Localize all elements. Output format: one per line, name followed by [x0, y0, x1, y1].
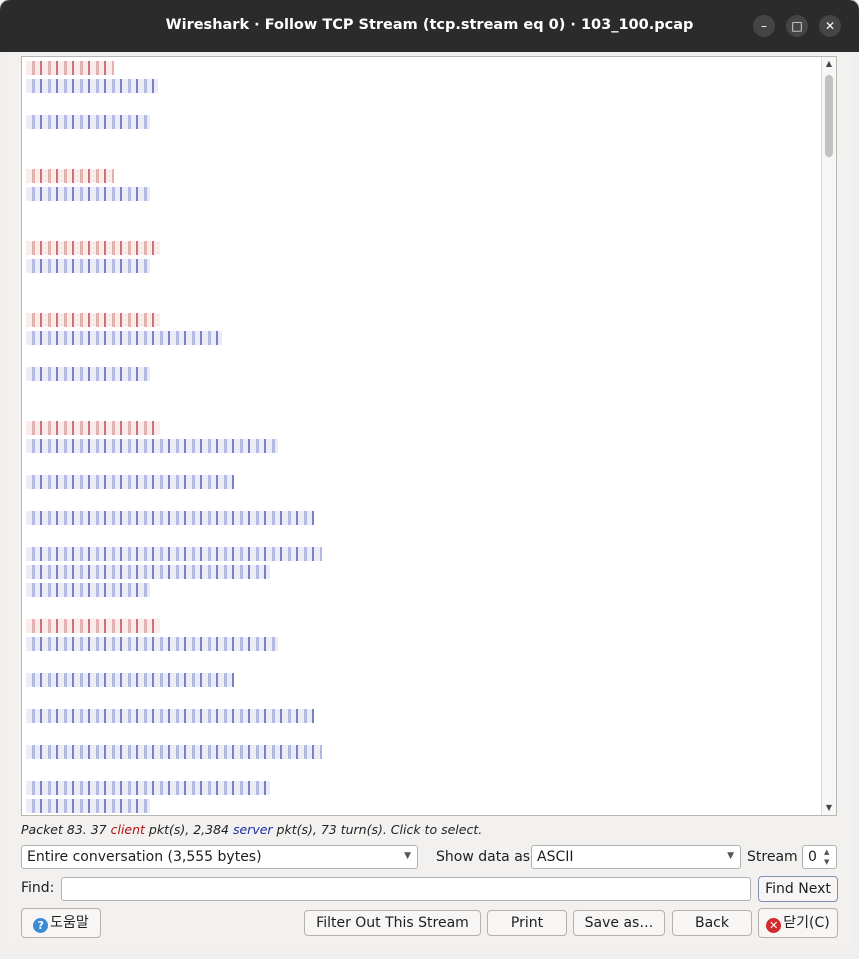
- help-button[interactable]: ? 도움말: [21, 908, 101, 938]
- vertical-scrollbar[interactable]: ▲ ▼: [821, 57, 836, 815]
- conversation-select-value: Entire conversation (3,555 bytes): [27, 849, 262, 865]
- title-bar: Wireshark · Follow TCP Stream (tcp.strea…: [0, 0, 859, 52]
- obscured-stream-line: [26, 799, 150, 813]
- stream-status[interactable]: Packet 83. 37 client pkt(s), 2,384 serve…: [21, 822, 482, 837]
- close-button-label: 닫기(C): [783, 915, 830, 931]
- dialog-content: ▲ ▼ Packet 83. 37 client pkt(s), 2,384 s…: [9, 52, 850, 950]
- find-next-button[interactable]: Find Next: [758, 876, 838, 902]
- obscured-stream-line: [26, 547, 322, 561]
- chevron-down-icon: ▼: [404, 851, 411, 861]
- close-window-button[interactable]: ✕: [819, 15, 841, 37]
- scroll-thumb[interactable]: [825, 75, 833, 157]
- obscured-stream-line: [26, 583, 150, 597]
- obscured-stream-line: [26, 475, 234, 489]
- print-button[interactable]: Print: [487, 910, 567, 936]
- obscured-stream-line: [26, 115, 150, 129]
- conversation-select[interactable]: Entire conversation (3,555 bytes) ▼: [21, 845, 418, 869]
- obscured-stream-line: [26, 241, 160, 255]
- status-text: Packet 83. 37: [21, 822, 111, 837]
- help-button-label: 도움말: [50, 915, 89, 931]
- minimize-button[interactable]: –: [753, 15, 775, 37]
- show-data-as-value: ASCII: [537, 849, 574, 865]
- window-title: Wireshark · Follow TCP Stream (tcp.strea…: [165, 17, 694, 33]
- obscured-stream-line: [26, 619, 160, 633]
- obscured-stream-line: [26, 79, 158, 93]
- obscured-stream-line: [26, 439, 278, 453]
- back-button[interactable]: Back: [672, 910, 752, 936]
- status-text: pkt(s), 73 turn(s). Click to select.: [272, 822, 483, 837]
- show-data-as-label: Show data as: [436, 849, 531, 865]
- obscured-stream-line: [26, 169, 114, 183]
- close-icon: ✕: [766, 918, 782, 933]
- follow-tcp-stream-window: Wireshark · Follow TCP Stream (tcp.strea…: [0, 0, 859, 959]
- obscured-stream-line: [26, 781, 270, 795]
- stream-label: Stream: [747, 849, 798, 865]
- find-input[interactable]: [61, 877, 751, 901]
- obscured-stream-line: [26, 313, 160, 327]
- obscured-stream-line: [26, 745, 322, 759]
- obscured-stream-line: [26, 637, 278, 651]
- find-label: Find:: [21, 880, 55, 896]
- close-button[interactable]: ✕ 닫기(C): [758, 908, 838, 938]
- obscured-stream-line: [26, 367, 150, 381]
- obscured-stream-line: [26, 565, 270, 579]
- chevron-down-icon: ▼: [727, 851, 734, 861]
- status-text: pkt(s), 2,384: [144, 822, 233, 837]
- stream-content-area[interactable]: ▲ ▼: [21, 56, 837, 816]
- save-as-button[interactable]: Save as…: [573, 910, 665, 936]
- stream-number-value: 0: [808, 849, 817, 865]
- stream-number-spinbox[interactable]: 0 ▲ ▼: [802, 845, 837, 869]
- status-server: server: [232, 822, 273, 837]
- spin-up-icon[interactable]: ▲: [824, 848, 834, 856]
- show-data-as-select[interactable]: ASCII ▼: [531, 845, 741, 869]
- obscured-stream-line: [26, 673, 234, 687]
- obscured-stream-line: [26, 331, 222, 345]
- obscured-stream-line: [26, 61, 114, 75]
- maximize-button[interactable]: □: [786, 15, 808, 37]
- scroll-up-icon[interactable]: ▲: [822, 57, 836, 71]
- filter-out-stream-button[interactable]: Filter Out This Stream: [304, 910, 481, 936]
- obscured-stream-line: [26, 511, 314, 525]
- obscured-stream-line: [26, 259, 150, 273]
- obscured-stream-line: [26, 187, 150, 201]
- help-icon: ?: [33, 918, 49, 933]
- obscured-stream-line: [26, 709, 314, 723]
- spin-down-icon[interactable]: ▼: [824, 858, 834, 866]
- obscured-stream-line: [26, 421, 160, 435]
- scroll-down-icon[interactable]: ▼: [822, 801, 836, 815]
- status-client: client: [110, 822, 145, 837]
